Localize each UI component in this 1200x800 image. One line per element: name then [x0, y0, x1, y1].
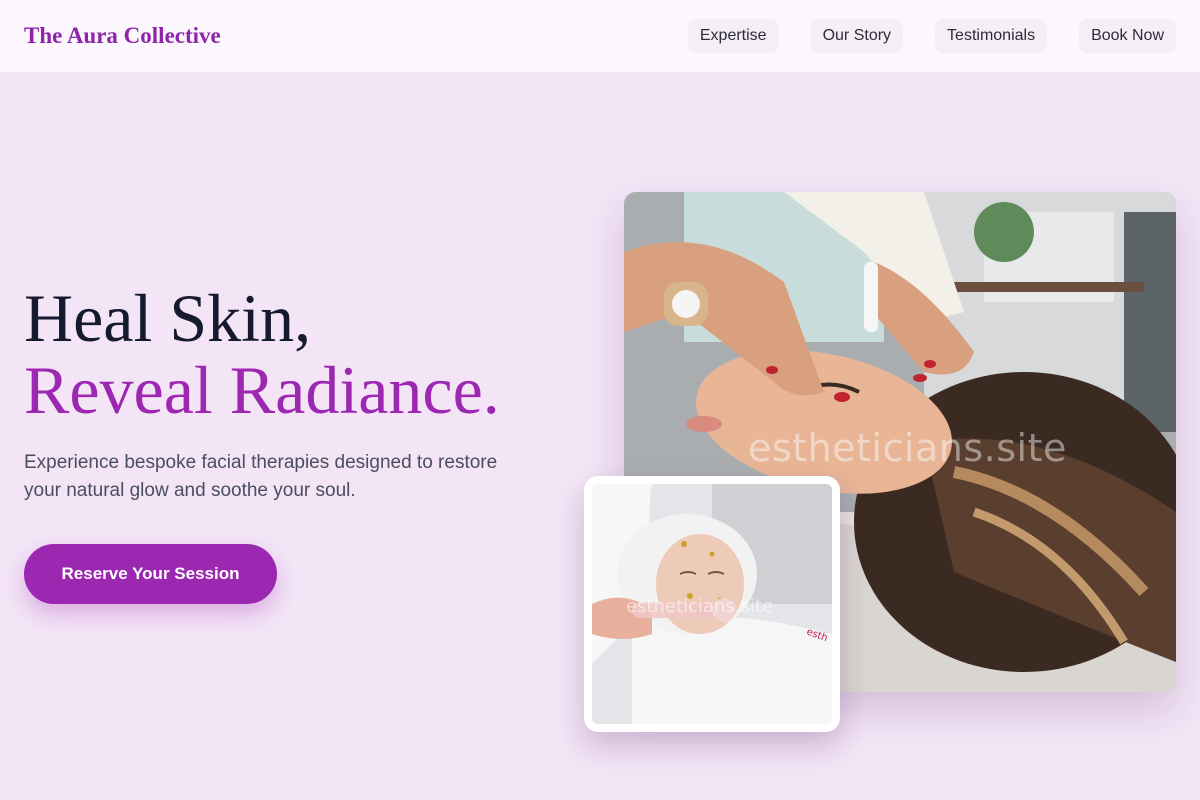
- hero-title-line-2: Reveal Radiance.: [24, 352, 500, 428]
- nav-link-expertise[interactable]: Expertise: [687, 19, 779, 53]
- reserve-session-button[interactable]: Reserve Your Session: [24, 544, 277, 604]
- hero-title-line-1: Heal Skin,: [24, 280, 312, 356]
- main-nav: Expertise Our Story Testimonials Book No…: [687, 19, 1176, 53]
- hero-title: Heal Skin, Reveal Radiance.: [24, 282, 500, 426]
- main-image-watermark: estheticians.site: [748, 426, 1067, 470]
- brand-logo[interactable]: The Aura Collective: [24, 23, 221, 49]
- site-header: The Aura Collective Expertise Our Story …: [0, 0, 1200, 72]
- nav-link-book-now[interactable]: Book Now: [1079, 19, 1176, 53]
- inset-photo-frame: esth estheticians.site: [584, 476, 840, 732]
- hero-subtitle: Experience bespoke facial therapies desi…: [24, 452, 498, 501]
- nav-link-our-story[interactable]: Our Story: [810, 19, 904, 53]
- nav-link-testimonials[interactable]: Testimonials: [935, 19, 1048, 53]
- inset-image-watermark: estheticians.site: [626, 596, 773, 617]
- face-roller-photo: esth estheticians.site: [592, 484, 832, 724]
